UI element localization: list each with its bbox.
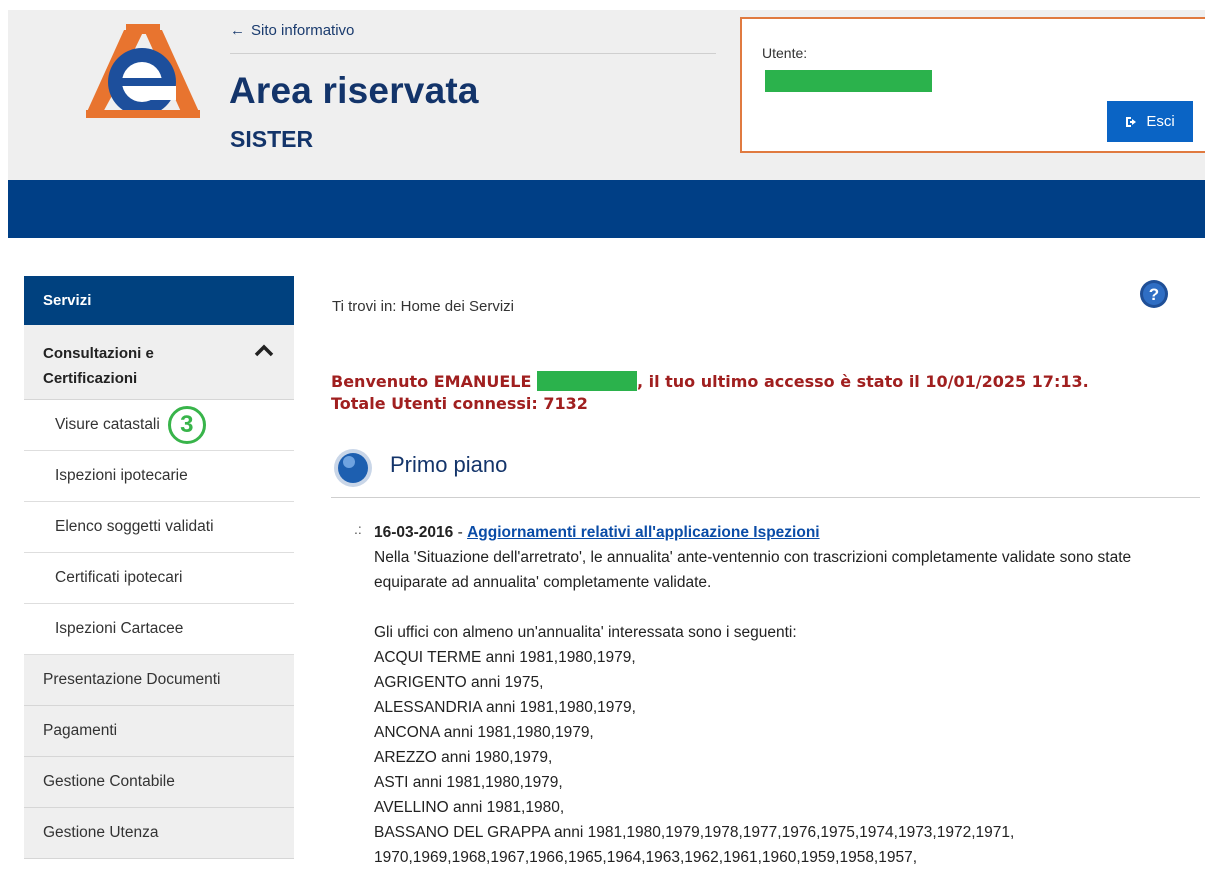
- sidebar-group-label: Consultazioni e Certificazioni: [43, 345, 154, 387]
- sidebar-item-presentazione[interactable]: Presentazione Documenti: [24, 655, 294, 706]
- nav-band: [8, 180, 1205, 238]
- arrow-left-icon: ←: [230, 22, 245, 39]
- logout-button[interactable]: Esci: [1107, 101, 1193, 142]
- news-line: ASTI anni 1981,1980,1979,: [374, 774, 563, 791]
- sidebar-item-label: Visure catastali: [55, 416, 160, 433]
- user-box: Utente: Esci: [740, 17, 1205, 153]
- svg-text:?: ?: [1149, 285, 1159, 304]
- connected-users: Totale Utenti connessi: 7132: [331, 394, 588, 413]
- welcome-prefix: Benvenuto EMANUELE: [331, 372, 537, 391]
- news-line: AVELLINO anni 1981,1980,: [374, 799, 565, 816]
- news-line: ANCONA anni 1981,1980,1979,: [374, 724, 594, 741]
- news-line: ALESSANDRIA anni 1981,1980,1979,: [374, 699, 636, 716]
- page-title: Area riservata: [229, 70, 479, 111]
- welcome-message: Benvenuto EMANUELE , il tuo ultimo acces…: [331, 371, 1191, 415]
- sidebar-item-gestione-utenza[interactable]: Gestione Utenza: [24, 808, 294, 859]
- back-link[interactable]: ← Sito informativo: [230, 22, 354, 39]
- chevron-up-icon: [254, 344, 274, 357]
- sidebar-group-consultazioni[interactable]: Consultazioni e Certificazioni: [24, 325, 294, 400]
- sidebar-item-certificati-ipotecari[interactable]: Certificati ipotecari: [24, 553, 294, 604]
- news-paragraph: Nella 'Situazione dell'arretrato', le an…: [374, 549, 1132, 591]
- sidebar-item-visure-catastali[interactable]: Visure catastali 3: [24, 400, 294, 451]
- news-separator: -: [453, 524, 468, 541]
- welcome-suffix: , il tuo ultimo accesso è stato il 10/01…: [636, 372, 1089, 391]
- sidebar-item-ispezioni-cartacee[interactable]: Ispezioni Cartacee: [24, 604, 294, 655]
- news-intro: Gli uffici con almeno un'annualita' inte…: [374, 624, 797, 641]
- step-number-badge: 3: [167, 406, 206, 444]
- sidebar: Servizi Consultazioni e Certificazioni V…: [24, 276, 294, 859]
- news-link[interactable]: Aggiornamenti relativi all'applicazione …: [467, 524, 820, 541]
- page-header: ← Sito informativo Area riservata SISTER …: [8, 10, 1205, 180]
- page-subtitle: SISTER: [230, 126, 314, 152]
- news-line: AREZZO anni 1980,1979,: [374, 749, 553, 766]
- sidebar-head: Servizi: [24, 276, 294, 325]
- bullet-icon: .:: [354, 521, 362, 537]
- sidebar-item-ispezioni-ipotecarie[interactable]: Ispezioni ipotecarie: [24, 451, 294, 502]
- top-strip: [0, 0, 1205, 10]
- back-link-label: Sito informativo: [251, 22, 355, 39]
- news-item: 16-03-2016 - Aggiornamenti relativi all'…: [374, 520, 1194, 870]
- help-icon[interactable]: ?: [1139, 279, 1169, 309]
- globe-icon: [334, 449, 372, 487]
- agenzia-logo: [86, 24, 200, 118]
- news-line: BASSANO DEL GRAPPA anni 1981,1980,1979,1…: [374, 824, 1015, 841]
- user-name-redacted: [765, 70, 932, 92]
- news-line: 1970,1969,1968,1967,1966,1965,1964,1963,…: [374, 849, 918, 866]
- news-line: AGRIGENTO anni 1975,: [374, 674, 544, 691]
- user-label: Utente:: [762, 45, 808, 61]
- section-title: Primo piano: [390, 452, 508, 477]
- logout-label: Esci: [1146, 113, 1175, 130]
- logout-icon: [1126, 116, 1137, 127]
- news-date: 16-03-2016: [374, 524, 454, 541]
- news-line: ACQUI TERME anni 1981,1980,1979,: [374, 649, 636, 666]
- breadcrumb: Ti trovi in: Home dei Servizi: [332, 298, 514, 315]
- sidebar-item-gestione-contabile[interactable]: Gestione Contabile: [24, 757, 294, 808]
- section-divider: [331, 497, 1200, 498]
- sidebar-item-pagamenti[interactable]: Pagamenti: [24, 706, 294, 757]
- news-header: 16-03-2016 - Aggiornamenti relativi all'…: [374, 520, 1194, 545]
- sidebar-item-elenco-soggetti[interactable]: Elenco soggetti validati: [24, 502, 294, 553]
- surname-redacted: [536, 371, 637, 391]
- header-divider: [230, 53, 716, 54]
